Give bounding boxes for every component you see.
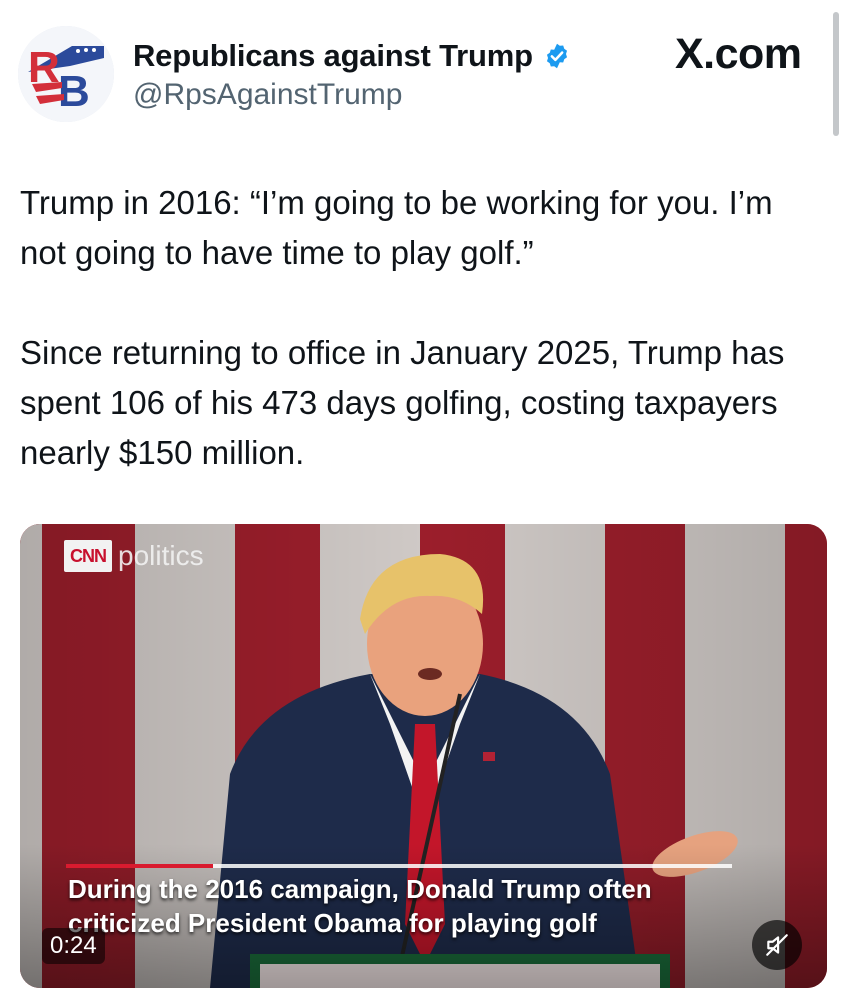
x-com-watermark: X.com xyxy=(675,30,802,78)
video-timestamp: 0:24 xyxy=(42,928,105,964)
tweet-text: Trump in 2016: “I’m going to be working … xyxy=(20,178,820,478)
muted-speaker-icon xyxy=(766,934,788,956)
scrollbar[interactable] xyxy=(833,12,839,136)
video-progress-bar[interactable] xyxy=(66,864,732,868)
tweet-paragraph: Since returning to office in January 202… xyxy=(20,334,785,471)
cnn-politics-logo: CNN politics xyxy=(64,539,204,573)
display-name[interactable]: Republicans against Trump xyxy=(133,38,533,74)
caption-line: During the 2016 campaign, Donald Trump o… xyxy=(68,874,652,904)
tweet-paragraph: Trump in 2016: “I’m going to be working … xyxy=(20,184,773,271)
video-player[interactable]: CNN politics During the 2016 campaign, D… xyxy=(20,524,827,988)
verified-badge-icon xyxy=(546,43,567,69)
handle[interactable]: @RpsAgainstTrump xyxy=(133,78,402,112)
cnn-politics-label: politics xyxy=(118,540,204,571)
cnn-logo-mark: CNN xyxy=(64,540,112,572)
video-caption: During the 2016 campaign, Donald Trump o… xyxy=(68,872,788,940)
caption-line: criticized President Obama for playing g… xyxy=(68,908,597,938)
rb-logo-avatar: R B xyxy=(18,26,114,122)
avatar[interactable]: R B xyxy=(18,26,114,122)
mute-button[interactable] xyxy=(752,920,802,970)
video-progress-fill xyxy=(66,864,213,868)
svg-text:B: B xyxy=(58,67,90,116)
